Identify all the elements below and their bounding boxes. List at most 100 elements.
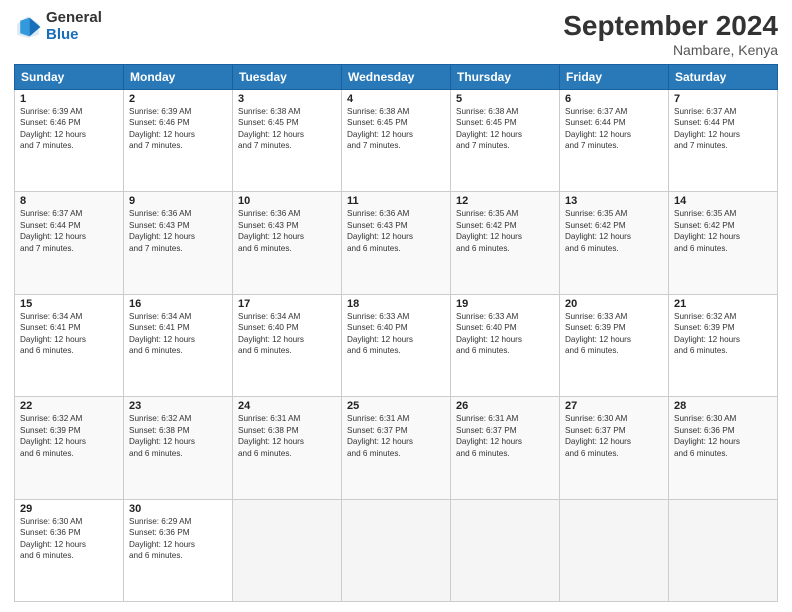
table-row: 27Sunrise: 6:30 AM Sunset: 6:37 PM Dayli… (560, 397, 669, 499)
day-number: 27 (565, 400, 663, 412)
table-row: 23Sunrise: 6:32 AM Sunset: 6:38 PM Dayli… (124, 397, 233, 499)
table-row: 14Sunrise: 6:35 AM Sunset: 6:42 PM Dayli… (669, 192, 778, 294)
day-info: Sunrise: 6:37 AM Sunset: 6:44 PM Dayligh… (20, 208, 118, 254)
col-thursday: Thursday (451, 65, 560, 90)
table-row: 16Sunrise: 6:34 AM Sunset: 6:41 PM Dayli… (124, 294, 233, 396)
day-info: Sunrise: 6:35 AM Sunset: 6:42 PM Dayligh… (674, 208, 772, 254)
calendar-week-5: 29Sunrise: 6:30 AM Sunset: 6:36 PM Dayli… (15, 499, 778, 601)
table-row: 5Sunrise: 6:38 AM Sunset: 6:45 PM Daylig… (451, 90, 560, 192)
day-number: 21 (674, 298, 772, 310)
col-tuesday: Tuesday (233, 65, 342, 90)
day-number: 24 (238, 400, 336, 412)
table-row (342, 499, 451, 601)
day-number: 14 (674, 195, 772, 207)
day-number: 1 (20, 93, 118, 105)
day-number: 17 (238, 298, 336, 310)
table-row: 28Sunrise: 6:30 AM Sunset: 6:36 PM Dayli… (669, 397, 778, 499)
logo-text: General Blue (46, 10, 102, 43)
table-row: 10Sunrise: 6:36 AM Sunset: 6:43 PM Dayli… (233, 192, 342, 294)
day-number: 19 (456, 298, 554, 310)
page: General Blue September 2024 Nambare, Ken… (0, 0, 792, 612)
day-number: 3 (238, 93, 336, 105)
day-info: Sunrise: 6:31 AM Sunset: 6:37 PM Dayligh… (347, 413, 445, 459)
day-number: 7 (674, 93, 772, 105)
day-info: Sunrise: 6:32 AM Sunset: 6:39 PM Dayligh… (674, 311, 772, 357)
day-info: Sunrise: 6:38 AM Sunset: 6:45 PM Dayligh… (347, 106, 445, 152)
day-info: Sunrise: 6:34 AM Sunset: 6:40 PM Dayligh… (238, 311, 336, 357)
day-info: Sunrise: 6:35 AM Sunset: 6:42 PM Dayligh… (456, 208, 554, 254)
day-info: Sunrise: 6:30 AM Sunset: 6:36 PM Dayligh… (20, 516, 118, 562)
day-number: 4 (347, 93, 445, 105)
header: General Blue September 2024 Nambare, Ken… (14, 10, 778, 58)
day-number: 6 (565, 93, 663, 105)
day-number: 18 (347, 298, 445, 310)
table-row: 2Sunrise: 6:39 AM Sunset: 6:46 PM Daylig… (124, 90, 233, 192)
table-row: 12Sunrise: 6:35 AM Sunset: 6:42 PM Dayli… (451, 192, 560, 294)
table-row: 26Sunrise: 6:31 AM Sunset: 6:37 PM Dayli… (451, 397, 560, 499)
day-info: Sunrise: 6:30 AM Sunset: 6:37 PM Dayligh… (565, 413, 663, 459)
day-info: Sunrise: 6:30 AM Sunset: 6:36 PM Dayligh… (674, 413, 772, 459)
col-friday: Friday (560, 65, 669, 90)
day-number: 23 (129, 400, 227, 412)
day-info: Sunrise: 6:33 AM Sunset: 6:40 PM Dayligh… (456, 311, 554, 357)
day-number: 8 (20, 195, 118, 207)
table-row: 7Sunrise: 6:37 AM Sunset: 6:44 PM Daylig… (669, 90, 778, 192)
day-number: 5 (456, 93, 554, 105)
day-number: 16 (129, 298, 227, 310)
day-info: Sunrise: 6:38 AM Sunset: 6:45 PM Dayligh… (456, 106, 554, 152)
table-row: 9Sunrise: 6:36 AM Sunset: 6:43 PM Daylig… (124, 192, 233, 294)
day-number: 25 (347, 400, 445, 412)
day-info: Sunrise: 6:33 AM Sunset: 6:39 PM Dayligh… (565, 311, 663, 357)
table-row: 17Sunrise: 6:34 AM Sunset: 6:40 PM Dayli… (233, 294, 342, 396)
table-row: 8Sunrise: 6:37 AM Sunset: 6:44 PM Daylig… (15, 192, 124, 294)
table-row: 21Sunrise: 6:32 AM Sunset: 6:39 PM Dayli… (669, 294, 778, 396)
table-row: 4Sunrise: 6:38 AM Sunset: 6:45 PM Daylig… (342, 90, 451, 192)
col-saturday: Saturday (669, 65, 778, 90)
table-row: 1Sunrise: 6:39 AM Sunset: 6:46 PM Daylig… (15, 90, 124, 192)
col-wednesday: Wednesday (342, 65, 451, 90)
logo: General Blue (14, 10, 102, 43)
day-info: Sunrise: 6:37 AM Sunset: 6:44 PM Dayligh… (565, 106, 663, 152)
day-info: Sunrise: 6:34 AM Sunset: 6:41 PM Dayligh… (129, 311, 227, 357)
day-info: Sunrise: 6:32 AM Sunset: 6:39 PM Dayligh… (20, 413, 118, 459)
day-info: Sunrise: 6:35 AM Sunset: 6:42 PM Dayligh… (565, 208, 663, 254)
table-row: 15Sunrise: 6:34 AM Sunset: 6:41 PM Dayli… (15, 294, 124, 396)
title-block: September 2024 Nambare, Kenya (563, 10, 778, 58)
table-row: 22Sunrise: 6:32 AM Sunset: 6:39 PM Dayli… (15, 397, 124, 499)
day-number: 13 (565, 195, 663, 207)
table-row: 25Sunrise: 6:31 AM Sunset: 6:37 PM Dayli… (342, 397, 451, 499)
calendar-table: Sunday Monday Tuesday Wednesday Thursday… (14, 64, 778, 602)
day-info: Sunrise: 6:31 AM Sunset: 6:38 PM Dayligh… (238, 413, 336, 459)
day-info: Sunrise: 6:38 AM Sunset: 6:45 PM Dayligh… (238, 106, 336, 152)
day-number: 30 (129, 503, 227, 515)
day-info: Sunrise: 6:39 AM Sunset: 6:46 PM Dayligh… (20, 106, 118, 152)
table-row (451, 499, 560, 601)
logo-general: General (46, 10, 102, 27)
col-sunday: Sunday (15, 65, 124, 90)
table-row: 19Sunrise: 6:33 AM Sunset: 6:40 PM Dayli… (451, 294, 560, 396)
col-monday: Monday (124, 65, 233, 90)
day-info: Sunrise: 6:33 AM Sunset: 6:40 PM Dayligh… (347, 311, 445, 357)
calendar-week-3: 15Sunrise: 6:34 AM Sunset: 6:41 PM Dayli… (15, 294, 778, 396)
day-number: 26 (456, 400, 554, 412)
day-info: Sunrise: 6:37 AM Sunset: 6:44 PM Dayligh… (674, 106, 772, 152)
table-row: 18Sunrise: 6:33 AM Sunset: 6:40 PM Dayli… (342, 294, 451, 396)
day-number: 12 (456, 195, 554, 207)
table-row: 6Sunrise: 6:37 AM Sunset: 6:44 PM Daylig… (560, 90, 669, 192)
day-info: Sunrise: 6:36 AM Sunset: 6:43 PM Dayligh… (238, 208, 336, 254)
day-info: Sunrise: 6:29 AM Sunset: 6:36 PM Dayligh… (129, 516, 227, 562)
table-row (560, 499, 669, 601)
table-row: 20Sunrise: 6:33 AM Sunset: 6:39 PM Dayli… (560, 294, 669, 396)
day-info: Sunrise: 6:34 AM Sunset: 6:41 PM Dayligh… (20, 311, 118, 357)
day-info: Sunrise: 6:31 AM Sunset: 6:37 PM Dayligh… (456, 413, 554, 459)
day-number: 29 (20, 503, 118, 515)
table-row: 29Sunrise: 6:30 AM Sunset: 6:36 PM Dayli… (15, 499, 124, 601)
calendar-week-1: 1Sunrise: 6:39 AM Sunset: 6:46 PM Daylig… (15, 90, 778, 192)
day-number: 22 (20, 400, 118, 412)
table-row (233, 499, 342, 601)
table-row: 13Sunrise: 6:35 AM Sunset: 6:42 PM Dayli… (560, 192, 669, 294)
day-info: Sunrise: 6:36 AM Sunset: 6:43 PM Dayligh… (129, 208, 227, 254)
table-row: 11Sunrise: 6:36 AM Sunset: 6:43 PM Dayli… (342, 192, 451, 294)
table-row (669, 499, 778, 601)
logo-icon (14, 13, 42, 41)
